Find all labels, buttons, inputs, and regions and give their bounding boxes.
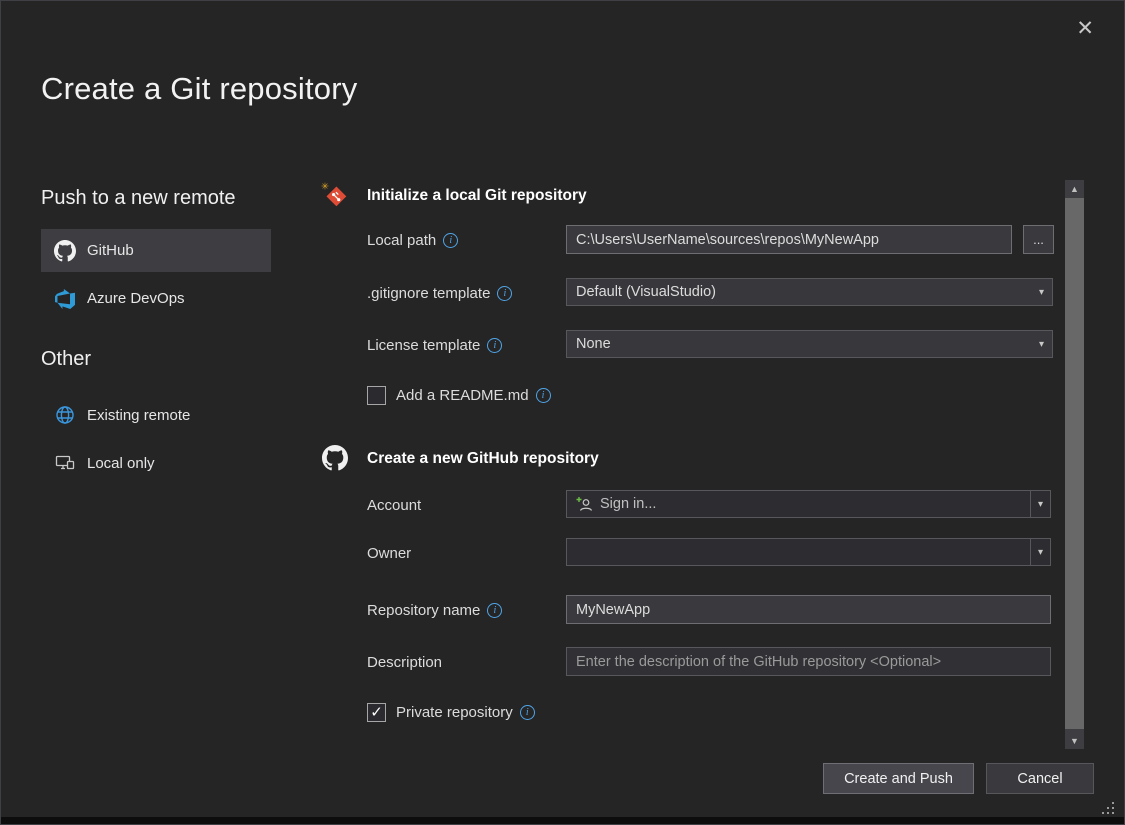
sidebar-item-existing-remote[interactable]: Existing remote [41, 395, 271, 435]
sidebar-item-label: Local only [87, 455, 155, 472]
sidebar-item-label: Existing remote [87, 407, 190, 424]
svg-text:✳: ✳ [321, 181, 329, 191]
sidebar-item-azure-devops[interactable]: Azure DevOps [41, 277, 271, 320]
license-template-label: License template i [367, 330, 502, 360]
close-icon[interactable]: ✕ [1070, 17, 1100, 40]
scroll-down-icon[interactable]: ▼ [1065, 732, 1084, 749]
create-and-push-button[interactable]: Create and Push [823, 763, 974, 794]
window-bottom-edge [1, 817, 1124, 824]
gitignore-template-dropdown[interactable]: Default (VisualStudio) ▾ [566, 278, 1053, 306]
github-icon [54, 240, 76, 262]
chevron-down-icon: ▾ [1039, 339, 1044, 350]
gitignore-template-label: .gitignore template i [367, 278, 512, 308]
page-title: Create a Git repository [41, 71, 357, 107]
repository-name-input[interactable] [566, 595, 1051, 624]
github-icon [321, 444, 349, 472]
cancel-button[interactable]: Cancel [986, 763, 1094, 794]
chevron-down-icon: ▾ [1039, 287, 1044, 298]
resize-grip[interactable] [1100, 800, 1116, 816]
info-icon[interactable]: i [536, 388, 551, 403]
scroll-up-icon[interactable]: ▲ [1065, 180, 1084, 197]
license-template-dropdown[interactable]: None ▾ [566, 330, 1053, 358]
account-label: Account [367, 490, 421, 520]
local-path-input[interactable] [566, 225, 1012, 254]
local-path-label: Local path i [367, 225, 458, 255]
init-section-title: Initialize a local Git repository [367, 187, 587, 205]
info-icon[interactable]: i [487, 603, 502, 618]
sidebar-item-label: Azure DevOps [87, 290, 185, 307]
private-repo-label: Private repository i [396, 704, 535, 721]
scrollbar-thumb[interactable] [1065, 198, 1084, 729]
other-heading: Other [41, 348, 91, 371]
computer-icon [54, 452, 76, 474]
browse-button[interactable]: ... [1023, 225, 1054, 254]
github-section-title: Create a new GitHub repository [367, 450, 599, 468]
info-icon[interactable]: i [443, 233, 458, 248]
azure-devops-icon [54, 288, 76, 310]
globe-icon [54, 404, 76, 426]
info-icon[interactable]: i [497, 286, 512, 301]
private-repo-checkbox[interactable]: ✓ [367, 703, 386, 722]
git-new-repo-icon: ✳ [321, 181, 349, 209]
repository-name-label: Repository name i [367, 595, 502, 625]
readme-checkbox[interactable] [367, 386, 386, 405]
description-label: Description [367, 647, 442, 677]
chevron-down-icon: ▾ [1030, 491, 1050, 517]
account-dropdown[interactable]: Sign in... ▾ [566, 490, 1051, 518]
chevron-down-icon: ▾ [1030, 539, 1050, 565]
info-icon[interactable]: i [487, 338, 502, 353]
sidebar-item-label: GitHub [87, 242, 134, 259]
owner-dropdown[interactable]: ▾ [566, 538, 1051, 566]
description-input[interactable] [566, 647, 1051, 676]
sidebar-item-github[interactable]: GitHub [41, 229, 271, 272]
sidebar-item-local-only[interactable]: Local only [41, 443, 271, 483]
add-user-icon [576, 496, 593, 513]
create-git-repo-dialog: ✕ Create a Git repository Push to a new … [0, 0, 1125, 825]
push-remote-heading: Push to a new remote [41, 187, 236, 210]
info-icon[interactable]: i [520, 705, 535, 720]
scrollbar[interactable]: ▲ ▼ [1065, 180, 1084, 749]
readme-label: Add a README.md i [396, 387, 551, 404]
owner-label: Owner [367, 538, 411, 568]
